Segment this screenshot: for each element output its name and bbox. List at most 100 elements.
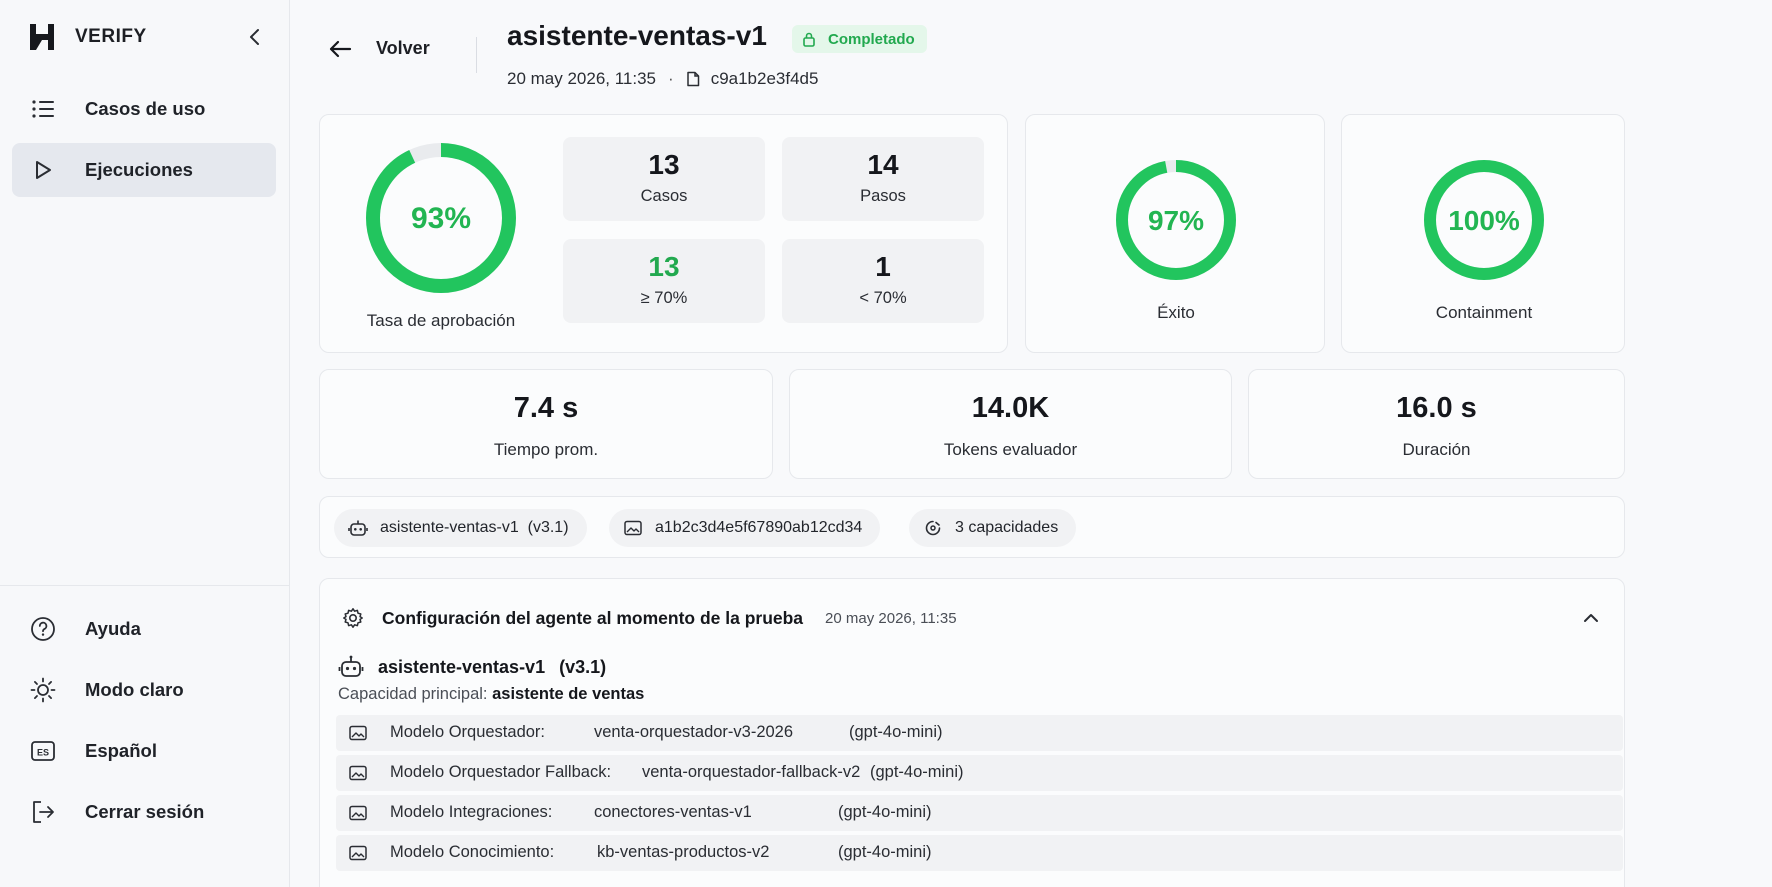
model-hash-chip[interactable]: a1b2c3d4e5f67890ab12cd34 (609, 509, 881, 547)
chevron-up-icon (1584, 614, 1598, 622)
model-base: (gpt-4o-mini) (838, 803, 932, 821)
lock-icon (802, 31, 818, 47)
metric-card-tokens: 14.0K Tokens evaluador (789, 369, 1232, 479)
help-icon (30, 616, 56, 642)
sidebar-item-label: Ayuda (85, 618, 141, 639)
run-date: 20 may 2026, 11:35 (507, 69, 657, 88)
sidebar-item-idioma[interactable]: ES Español (12, 724, 276, 778)
model-row: Modelo Orquestador Fallback: venta-orque… (336, 755, 1623, 791)
logout-icon (30, 799, 56, 825)
stat-tile-passing: 13 ≥ 70% (563, 239, 765, 323)
status-label: Completado (828, 30, 915, 48)
back-button[interactable]: Volver (328, 38, 430, 59)
metric-card-avg-time: 7.4 s Tiempo prom. (319, 369, 773, 479)
tile-label: Casos (640, 187, 688, 205)
agent-summary: asistente-ventas-v1 (v3.1) (338, 654, 606, 680)
brand[interactable]: VERIFY (28, 22, 147, 52)
stat-tile-steps: 14 Pasos (782, 137, 984, 221)
model-row: Modelo Conocimiento: kb-ventas-productos… (336, 835, 1623, 871)
model-id: kb-ventas-productos-v2 (597, 843, 770, 861)
sidebar-item-modo-claro[interactable]: Modo claro (12, 663, 276, 717)
tile-value: 13 (648, 149, 680, 180)
tile-value: 1 (875, 251, 891, 282)
tile-value: 13 (648, 251, 680, 282)
tile-label: ≥ 70% (640, 289, 688, 307)
sidebar-item-casos-de-uso[interactable]: Casos de uso (12, 82, 276, 136)
capabilities-chip[interactable]: 3 capacidades (909, 509, 1077, 547)
image-icon (349, 845, 367, 861)
page-title: asistente-ventas-v1 (507, 20, 767, 51)
sidebar-item-cerrar-sesion[interactable]: Cerrar sesión (12, 785, 276, 839)
tile-label: Pasos (860, 187, 906, 205)
sidebar-item-label: Español (85, 740, 157, 761)
sidebar-item-ayuda[interactable]: Ayuda (12, 602, 276, 656)
status-badge: Completado (792, 25, 927, 53)
config-date: 20 may 2026, 11:35 (825, 609, 957, 627)
stat-tile-cases: 13 Casos (563, 137, 765, 221)
capability-label: Capacidad principal: (338, 685, 488, 703)
image-icon (349, 725, 367, 741)
sidebar-item-ejecuciones[interactable]: Ejecuciones (12, 143, 276, 197)
sun-icon (30, 677, 56, 703)
back-label: Volver (376, 38, 430, 58)
image-icon (349, 805, 367, 821)
success-label: Éxito (1157, 303, 1195, 322)
list-icon (30, 96, 56, 122)
approval-value: 93% (411, 202, 471, 235)
agent-config-panel: Configuración del agente al momento de l… (319, 578, 1625, 887)
run-meta: 20 may 2026, 11:35 · c9a1b2e3f4d5 (507, 69, 818, 89)
sidebar-item-label: Ejecuciones (85, 159, 193, 180)
chip-label: 3 capacidades (955, 519, 1059, 536)
image-icon (623, 518, 643, 538)
collapse-sidebar-button[interactable] (242, 24, 268, 50)
sidebar-item-label: Cerrar sesión (85, 801, 205, 822)
model-id: venta-orquestador-fallback-v2 (642, 763, 861, 781)
approval-label: Tasa de aprobación (366, 311, 516, 330)
containment-label: Containment (1435, 303, 1533, 322)
play-icon (30, 157, 56, 183)
capability-icon (923, 518, 943, 538)
gear-icon (342, 607, 364, 629)
containment-ring: 100% (1424, 160, 1544, 280)
model-row: Modelo Orquestador: venta-orquestador-v3… (336, 715, 1623, 751)
metric-value: 14.0K (971, 392, 1050, 424)
stat-tile-failing: 1 < 70% (782, 239, 984, 323)
model-label: Modelo Orquestador Fallback: (390, 763, 612, 781)
image-icon (349, 765, 367, 781)
model-id: conectores-ventas-v1 (594, 803, 752, 821)
brand-name: VERIFY (75, 26, 147, 47)
success-card: 97% Éxito (1025, 114, 1325, 353)
containment-card: 100% Containment (1341, 114, 1625, 353)
meta-separator: · (668, 69, 674, 88)
metric-value: 16.0 s (1396, 392, 1477, 424)
robot-icon (338, 654, 364, 680)
logo-icon (30, 24, 54, 50)
sidebar-item-label: Casos de uso (85, 98, 206, 119)
file-icon (686, 71, 702, 87)
model-base: (gpt-4o-mini) (838, 843, 932, 861)
success-value: 97% (1148, 205, 1204, 236)
chevron-left-icon (250, 29, 259, 45)
sidebar: VERIFY Casos de uso Ejecuciones Ayuda Mo… (0, 0, 290, 887)
run-hash[interactable]: c9a1b2e3f4d5 (711, 69, 819, 89)
approval-card: 93% Tasa de aprobación 13 Casos 14 Pasos… (319, 114, 1008, 353)
robot-icon (348, 518, 368, 538)
header-divider (476, 37, 477, 73)
model-base: (gpt-4o-mini) (849, 723, 943, 741)
agent-chip[interactable]: asistente-ventas-v1 (v3.1) (334, 509, 587, 547)
chip-label: a1b2c3d4e5f67890ab12cd34 (655, 519, 863, 536)
metric-label: Duración (1402, 440, 1471, 459)
config-title: Configuración del agente al momento de l… (382, 607, 804, 628)
metric-value: 7.4 s (513, 392, 579, 424)
sidebar-divider (0, 585, 290, 586)
metric-label: Tiempo prom. (493, 440, 599, 459)
approval-ring: 93% (366, 143, 516, 293)
collapse-config-button[interactable] (1576, 603, 1606, 633)
model-label: Modelo Integraciones: (390, 803, 553, 821)
success-ring: 97% (1116, 160, 1236, 280)
arrow-left-icon (329, 40, 352, 57)
agent-version: (v3.1) (559, 656, 607, 677)
language-icon: ES (30, 738, 56, 764)
run-info-bar: asistente-ventas-v1 (v3.1) a1b2c3d4e5f67… (319, 496, 1625, 558)
primary-capability: Capacidad principal: asistente de ventas (338, 685, 644, 704)
